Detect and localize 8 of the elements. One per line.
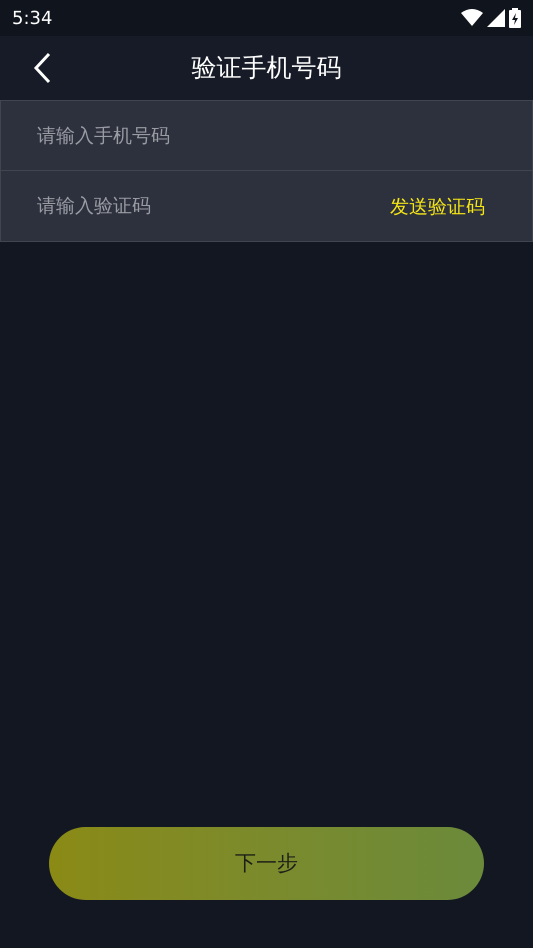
battery-icon (509, 8, 521, 28)
send-code-button[interactable]: 发送验证码 (390, 193, 485, 222)
signal-icon (487, 9, 505, 27)
page-title: 验证手机号码 (192, 52, 342, 84)
phone-input[interactable]: 请输入手机号码 (0, 100, 533, 171)
next-button[interactable]: 下一步 (49, 827, 484, 900)
status-time: 5:34 (12, 6, 52, 30)
wifi-icon (461, 9, 483, 27)
